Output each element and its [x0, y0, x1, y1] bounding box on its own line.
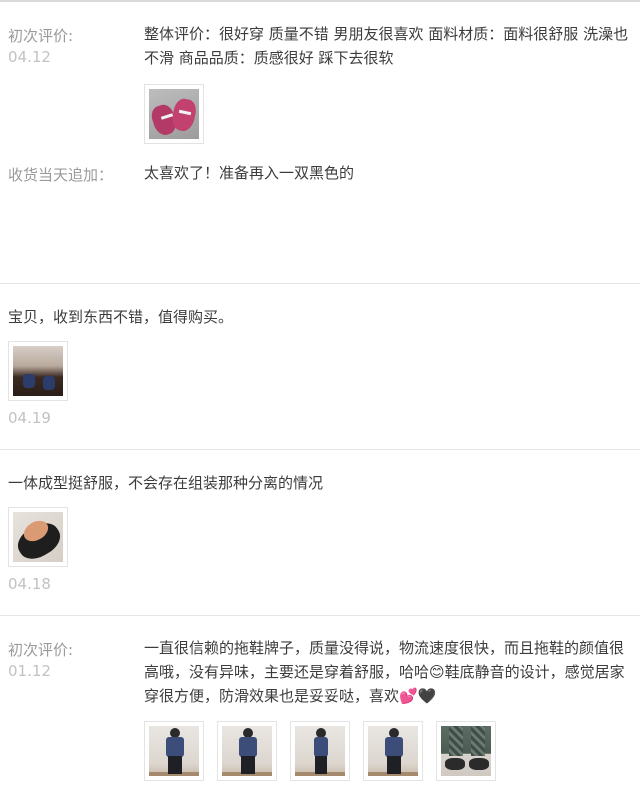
followup-review-text: 太喜欢了！准备再入一双黑色的: [144, 164, 355, 182]
review-date: 04.12: [8, 48, 51, 66]
review-photo-thumbnail[interactable]: [144, 721, 204, 781]
review-divider: [0, 615, 640, 616]
review-text-line: 穿很方便，防滑效果也是妥妥哒，喜欢💕🖤: [144, 687, 437, 705]
review-photo-thumbnail[interactable]: [8, 507, 68, 567]
photo-person-side: [295, 726, 345, 776]
review-photo-thumbnail[interactable]: [217, 721, 277, 781]
review-divider: [0, 283, 640, 284]
review-date: 04.19: [8, 409, 51, 427]
review-divider: [0, 449, 640, 450]
photo-person-standing: [222, 726, 272, 776]
review-text: 一体成型挺舒服，不会存在组装那种分离的情况: [8, 474, 324, 492]
initial-review-label: 初次评价:: [8, 27, 74, 45]
review-text-line: 一直很信赖的拖鞋牌子，质量没得说，物流速度很快，而且拖鞋的颜值很: [144, 639, 625, 657]
review-photo-thumbnail[interactable]: [8, 341, 68, 401]
review-text-line: 整体评价：很好穿 质量不错 男朋友很喜欢 面料材质：面料很舒服 洗澡也: [144, 25, 629, 43]
review-text: 宝贝，收到东西不错，值得购买。: [8, 308, 234, 326]
initial-review-label: 初次评价:: [8, 641, 74, 659]
photo-foot-black-slide: [13, 512, 63, 562]
photo-feet-closeup: [441, 726, 491, 776]
photo-feet-slippers: [13, 346, 63, 396]
review-text-line: 高哦，没有异味，主要还是穿着舒服，哈哈😊鞋底静音的设计，感觉居家: [144, 663, 625, 681]
review-photo-thumbnail[interactable]: [436, 721, 496, 781]
review-photo-thumbnail[interactable]: [290, 721, 350, 781]
review-date: 04.18: [8, 575, 51, 593]
review-text-line: 不滑 商品品质：质感很好 踩下去很软: [144, 49, 394, 67]
followup-review-label: 收货当天追加：: [8, 166, 114, 184]
review-photo-thumbnail[interactable]: [144, 84, 204, 144]
review-date: 01.12: [8, 662, 51, 680]
photo-person-back: [368, 726, 418, 776]
photo-pink-slides: [149, 89, 199, 139]
top-border: [0, 0, 640, 2]
photo-person-standing: [149, 726, 199, 776]
review-photo-thumbnail[interactable]: [363, 721, 423, 781]
